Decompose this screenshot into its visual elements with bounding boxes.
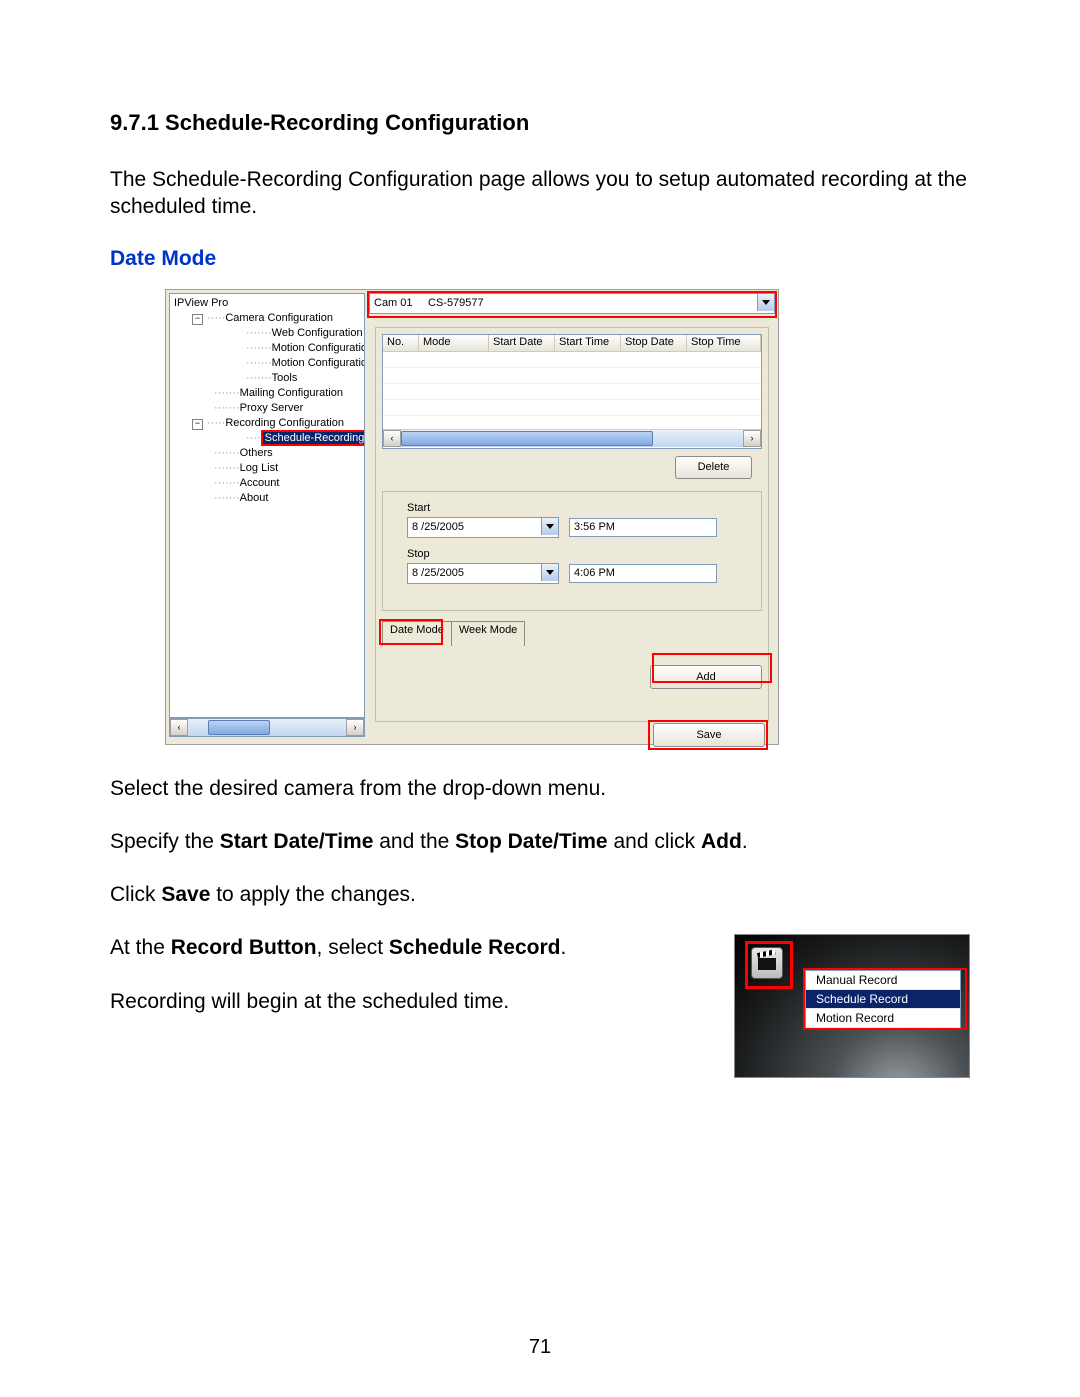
th-stop-date[interactable]: Stop Date — [621, 335, 687, 352]
schedule-panel: No. Mode Start Date Start Time Stop Date… — [375, 327, 769, 722]
chevron-down-icon — [546, 524, 554, 529]
camera-dropdown[interactable]: Cam 01 CS-579577 — [369, 293, 775, 316]
tree-recording-config[interactable]: −·····Recording Configuration — [174, 416, 364, 431]
th-start-time[interactable]: Start Time — [555, 335, 621, 352]
dropdown-button[interactable] — [541, 564, 558, 581]
nav-tree[interactable]: IPView Pro −·····Camera Configuration ··… — [170, 294, 364, 506]
start-date-field[interactable]: 8 /25/2005 — [407, 517, 559, 538]
mode-tabs: Date Mode Week Mode — [382, 621, 524, 646]
chevron-down-icon — [546, 570, 554, 575]
scroll-left-icon[interactable]: ‹ — [170, 719, 188, 736]
instr-select-camera: Select the desired camera from the drop-… — [110, 775, 970, 802]
scroll-right-icon[interactable]: › — [743, 430, 761, 447]
table-row[interactable] — [383, 400, 761, 416]
record-context-menu: Manual Record Schedule Record Motion Rec… — [805, 970, 961, 1029]
intro-paragraph: The Schedule-Recording Configuration pag… — [110, 166, 970, 221]
scroll-thumb[interactable] — [208, 720, 270, 735]
tree-proxy[interactable]: ·······Proxy Server — [174, 401, 364, 416]
table-header: No. Mode Start Date Start Time Stop Date… — [383, 335, 761, 352]
tree-schedule-recording[interactable]: ····Schedule-Recording Con — [174, 431, 364, 446]
clapperboard-icon — [758, 956, 776, 970]
instr-startstop: Specify the Start Date/Time and the Stop… — [110, 828, 970, 855]
start-time-value: 3:56 PM — [574, 521, 615, 533]
save-button[interactable]: Save — [653, 723, 765, 747]
stop-time-field[interactable]: 4:06 PM — [569, 564, 717, 583]
tree-motion-1[interactable]: ·······Motion Configuration-1 — [174, 341, 364, 356]
date-mode-heading: Date Mode — [110, 247, 970, 271]
menu-manual-record[interactable]: Manual Record — [806, 971, 960, 990]
menu-schedule-record[interactable]: Schedule Record — [806, 990, 960, 1009]
tree-account[interactable]: ·······Account — [174, 476, 364, 491]
start-stop-group: Start 8 /25/2005 3:56 PM Stop 8 /25/2005 — [382, 491, 762, 611]
start-label: Start — [407, 502, 737, 514]
th-start-date[interactable]: Start Date — [489, 335, 555, 352]
collapse-icon[interactable]: − — [192, 314, 203, 325]
th-mode[interactable]: Mode — [419, 335, 489, 352]
tree-motion-2[interactable]: ·······Motion Configuration-2 — [174, 356, 364, 371]
tree-tools[interactable]: ·······Tools — [174, 371, 364, 386]
camera-id: Cam 01 — [370, 297, 424, 309]
tree-h-scrollbar[interactable]: ‹ › — [169, 718, 365, 737]
tab-week-mode[interactable]: Week Mode — [451, 621, 526, 646]
table-row[interactable] — [383, 352, 761, 368]
right-pane: Cam 01 CS-579577 No. Mode Start Date Sta… — [369, 293, 775, 741]
tree-mailing[interactable]: ·······Mailing Configuration — [174, 386, 364, 401]
tree-schedule-selected[interactable]: Schedule-Recording Con — [261, 430, 365, 446]
scroll-right-icon[interactable]: › — [346, 719, 364, 736]
instr-begin: Recording will begin at the scheduled ti… — [110, 988, 694, 1015]
table-row[interactable] — [383, 368, 761, 384]
menu-motion-record[interactable]: Motion Record — [806, 1009, 960, 1028]
tab-date-mode[interactable]: Date Mode — [382, 621, 452, 646]
nav-tree-pane: IPView Pro −·····Camera Configuration ··… — [169, 293, 365, 718]
ipview-config-screenshot: IPView Pro −·····Camera Configuration ··… — [165, 289, 779, 745]
dropdown-button[interactable] — [541, 518, 558, 535]
stop-time-value: 4:06 PM — [574, 567, 615, 579]
collapse-icon[interactable]: − — [192, 419, 203, 430]
tree-root[interactable]: IPView Pro — [174, 296, 364, 311]
add-button[interactable]: Add — [650, 665, 762, 689]
tree-camera-config[interactable]: −·····Camera Configuration — [174, 311, 364, 326]
scroll-thumb[interactable] — [401, 431, 653, 446]
tree-about[interactable]: ·······About — [174, 491, 364, 506]
table-body — [383, 352, 761, 429]
th-stop-time[interactable]: Stop Time — [687, 335, 761, 352]
delete-button[interactable]: Delete — [675, 456, 752, 479]
table-row[interactable] — [383, 384, 761, 400]
table-h-scrollbar[interactable]: ‹ › — [383, 429, 761, 447]
schedule-table: No. Mode Start Date Start Time Stop Date… — [382, 334, 762, 449]
document-page: 9.7.1 Schedule-Recording Configuration T… — [0, 0, 1080, 1397]
dropdown-button[interactable] — [757, 294, 774, 311]
start-date-value: 8 /25/2005 — [408, 521, 464, 533]
stop-date-value: 8 /25/2005 — [408, 567, 464, 579]
tree-web-config[interactable]: ·······Web Configuration — [174, 326, 364, 341]
start-time-field[interactable]: 3:56 PM — [569, 518, 717, 537]
tree-loglist[interactable]: ·······Log List — [174, 461, 364, 476]
record-button-screenshot: Manual Record Schedule Record Motion Rec… — [734, 934, 970, 1078]
stop-date-field[interactable]: 8 /25/2005 — [407, 563, 559, 584]
section-heading: 9.7.1 Schedule-Recording Configuration — [110, 110, 970, 136]
chevron-down-icon — [762, 300, 770, 305]
instr-record-button: At the Record Button, select Schedule Re… — [110, 934, 694, 961]
scroll-track[interactable] — [188, 719, 346, 736]
scroll-track[interactable] — [401, 430, 743, 447]
scroll-left-icon[interactable]: ‹ — [383, 430, 401, 447]
th-no[interactable]: No. — [383, 335, 419, 352]
tree-others[interactable]: ·······Others — [174, 446, 364, 461]
camera-name: CS-579577 — [424, 297, 486, 309]
instr-save: Click Save to apply the changes. — [110, 881, 970, 908]
stop-label: Stop — [407, 548, 737, 560]
page-number: 71 — [0, 1336, 1080, 1359]
record-icon-button[interactable] — [751, 947, 783, 979]
